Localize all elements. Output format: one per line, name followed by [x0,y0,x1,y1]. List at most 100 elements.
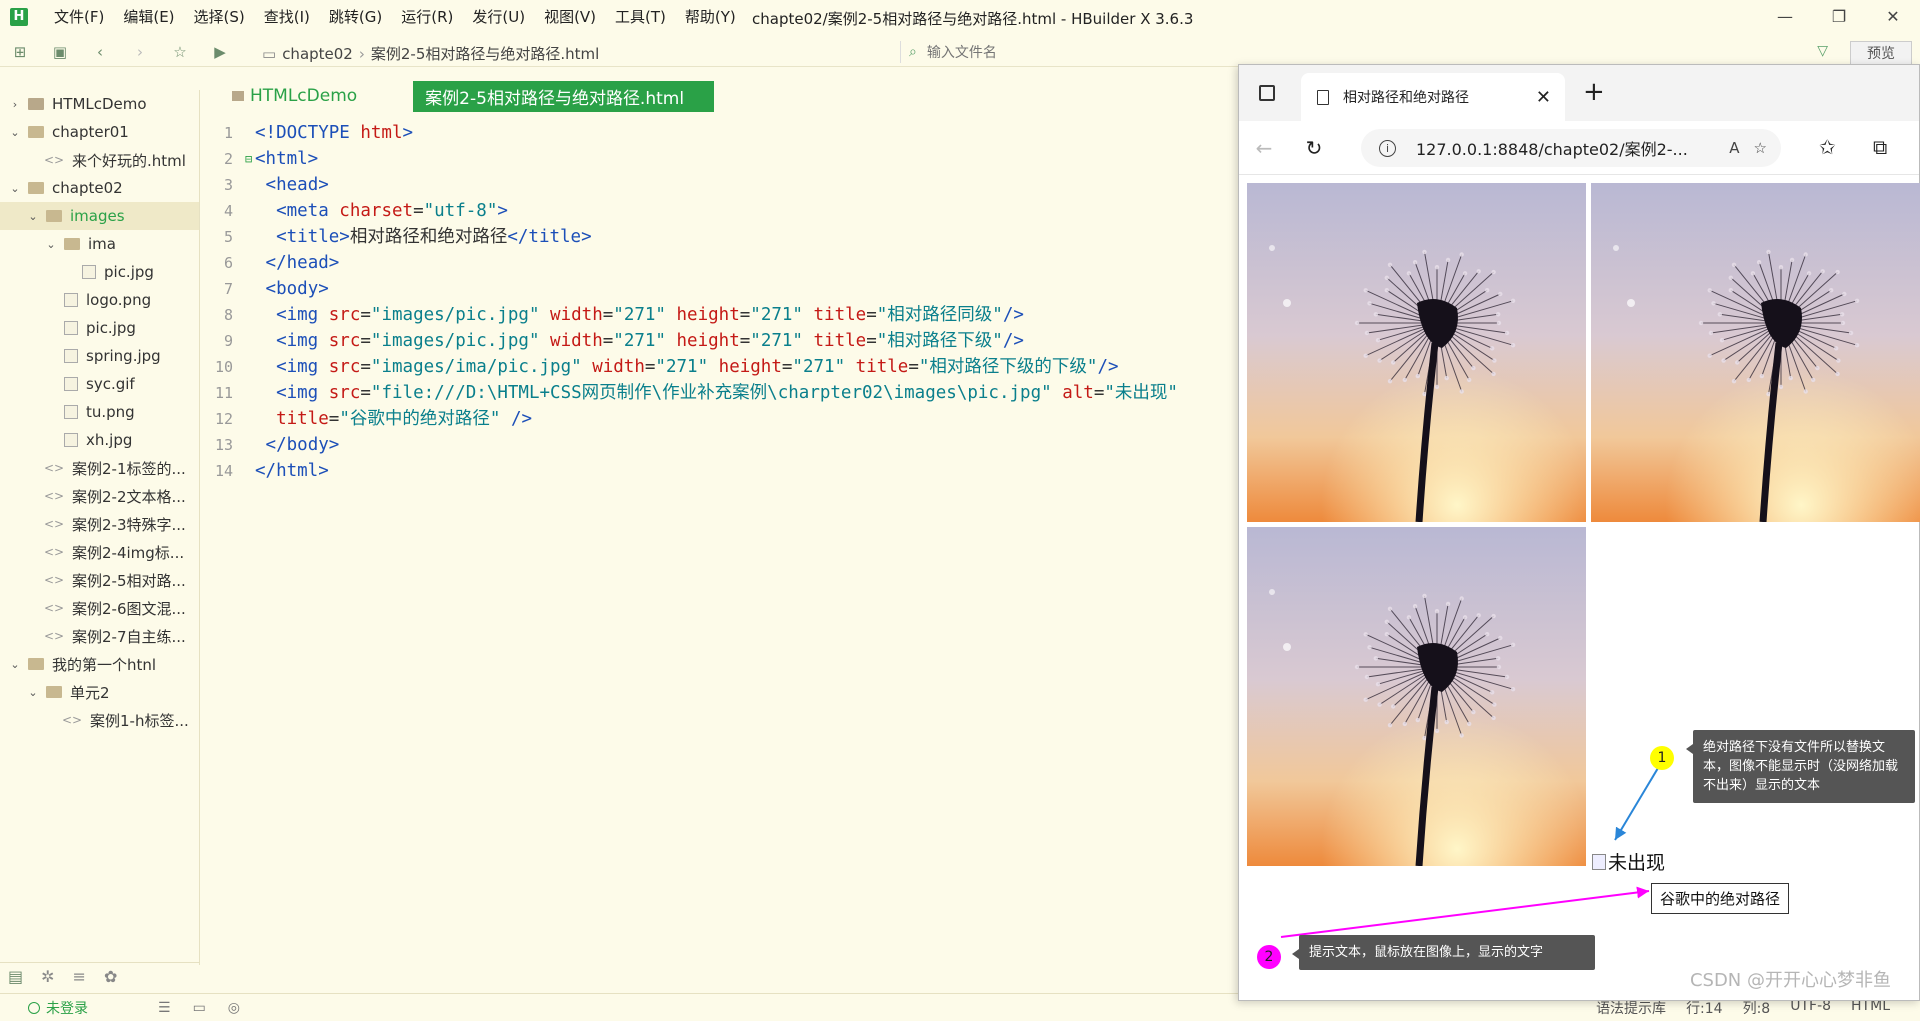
close-window-icon[interactable]: ✕ [1866,0,1920,33]
tree-item[interactable]: ⌄ chapte02 [0,174,199,202]
address-bar[interactable]: i 127.0.0.1:8848/chapte02/案例2-... A ☆ [1361,129,1781,167]
tree-item[interactable]: › HTMLcDemo [0,90,199,118]
code-line[interactable]: 11 <img src = "file:///D:\HTML+CSS网页制作\作业补… [205,380,1178,406]
outline-icon[interactable]: ☰ [158,1000,171,1016]
browser-icon[interactable]: ◎ [228,1000,240,1016]
fold-icon[interactable]: ⊟ [245,146,255,172]
code-line[interactable]: 6 </head> [205,250,1178,276]
tree-item[interactable]: <> 案例2-2文本格... [0,482,199,510]
code-line[interactable]: 8 <img src = "images/pic.jpg" width = "271" … [205,302,1178,328]
tree-item[interactable]: xh.jpg [0,426,199,454]
browser-tab[interactable]: 相对路径和绝对路径 ✕ [1301,73,1565,121]
code-token: = [602,305,614,325]
tree-item[interactable]: spring.jpg [0,342,199,370]
tree-item[interactable]: ⌄ 我的第一个htnl [0,650,199,678]
code-line[interactable]: 9 <img src = "images/pic.jpg" width = "271" … [205,328,1178,354]
tree-item[interactable]: <> 案例1-h标签... [0,706,199,734]
html-file-icon: <> [44,601,65,615]
code-line[interactable]: 12 title = "谷歌中的绝对路径" /> [205,406,1178,432]
refresh-icon[interactable]: ↻ [1289,136,1339,160]
chevron-right-icon[interactable]: › [8,98,22,111]
tab-actions-icon[interactable] [1259,85,1275,101]
code-editor[interactable]: 1 <!DOCTYPE html >2 ⊟ <html> 3 <head> 4 <meta … [205,120,1178,484]
tree-item[interactable]: <> 案例2-5相对路... [0,566,199,594]
code-line[interactable]: 1 <!DOCTYPE html > [205,120,1178,146]
code-token: "images/pic.jpg" [370,305,540,325]
tree-item[interactable]: pic.jpg [0,314,199,342]
info-icon[interactable]: i [1379,139,1396,157]
new-file-icon[interactable]: ⊞ [0,43,40,61]
close-tab-icon[interactable]: ✕ [1536,87,1551,108]
tree-item[interactable]: tu.png [0,398,199,426]
tree-item[interactable]: ⌄ chapter01 [0,118,199,146]
menu-item[interactable]: 查找(I) [264,6,310,27]
back-arrow-icon[interactable]: ← [1239,136,1289,160]
tree-item[interactable]: <> 案例2-1标签的... [0,454,199,482]
code-line[interactable]: 5 <title> 相对路径和绝对路径 </title> [205,224,1178,250]
code-line[interactable]: 4 <meta charset = "utf-8" > [205,198,1178,224]
chevron-down-icon[interactable]: ⌄ [44,238,58,251]
menu-item[interactable]: 发行(U) [472,6,525,27]
debug-icon[interactable]: ✲ [41,967,54,986]
tree-item[interactable]: ⌄ 单元2 [0,678,199,706]
collections-icon[interactable]: ⧉ [1873,135,1887,159]
new-tab-icon[interactable]: + [1583,77,1605,107]
code-line[interactable]: 2 ⊟ <html> [205,146,1178,172]
search-list-icon[interactable]: ≡ [73,967,86,986]
tree-item[interactable]: <> 案例2-3特殊字... [0,510,199,538]
filter-icon[interactable]: ▽ [1817,43,1828,59]
menu-item[interactable]: 文件(F) [54,6,104,27]
code-line[interactable]: 14 </html> [205,458,1178,484]
chevron-down-icon[interactable]: ⌄ [8,658,22,671]
menu-item[interactable]: 帮助(Y) [685,6,736,27]
line-number: 7 [223,280,233,298]
favorites-icon[interactable]: ✩ [1819,135,1836,159]
tree-item[interactable]: ⌄ ima [0,230,199,258]
menu-item[interactable]: 跳转(G) [329,6,382,27]
minimize-icon[interactable]: — [1758,0,1812,33]
add-favorite-icon[interactable]: ☆ [1754,139,1767,157]
menu-item[interactable]: 运行(R) [401,6,453,27]
restore-icon[interactable]: ❐ [1812,0,1866,33]
breadcrumb-item-file[interactable]: 案例2-5相对路径与绝对路径.html [371,43,599,64]
chevron-down-icon[interactable]: ⌄ [8,182,22,195]
project-icon[interactable]: ▤ [8,967,23,986]
login-status[interactable]: 未登录 [28,998,88,1018]
forward-icon[interactable]: › [120,43,160,61]
menu-item[interactable]: 工具(T) [615,6,666,27]
read-aloud-icon[interactable]: A [1729,139,1739,157]
image-file-icon [64,349,78,363]
code-line[interactable]: 13 </body> [205,432,1178,458]
save-icon[interactable]: ▣ [40,43,80,61]
back-icon[interactable]: ‹ [80,43,120,61]
star-icon[interactable]: ☆ [160,43,200,61]
tab-active-file[interactable]: 案例2-5相对路径与绝对路径.html [413,80,715,112]
code-line[interactable]: 3 <head> [205,172,1178,198]
tab-project-folder[interactable]: HTMLcDemo [232,86,357,106]
chevron-down-icon[interactable]: ⌄ [8,126,22,139]
terminal-icon[interactable]: ▭ [193,1000,206,1016]
file-search-input[interactable] [926,44,1227,60]
tree-item[interactable]: <> 案例2-6图文混... [0,594,199,622]
chevron-down-icon[interactable]: ⌄ [26,210,40,223]
tree-item[interactable]: <> 案例2-4img标... [0,538,199,566]
run-icon[interactable]: ▶ [200,43,240,61]
preview-button[interactable]: 预览 [1850,41,1912,65]
code-line[interactable]: 7 <body> [205,276,1178,302]
tree-item[interactable]: ⌄ images [0,202,199,230]
tree-item[interactable]: pic.jpg [0,258,199,286]
code-token: html [360,123,403,143]
plugin-icon[interactable]: ✿ [104,967,117,986]
code-token: /> [510,409,533,429]
tree-item[interactable]: <> 来个好玩的.html [0,146,199,174]
menu-item[interactable]: 选择(S) [194,6,245,27]
tree-item[interactable]: syc.gif [0,370,199,398]
chevron-down-icon[interactable]: ⌄ [26,686,40,699]
menu-item[interactable]: 视图(V) [544,6,596,27]
breadcrumb-item-folder[interactable]: chapte02 [282,45,353,63]
tree-item[interactable]: <> 案例2-7自主练... [0,622,199,650]
menu-item[interactable]: 编辑(E) [123,6,174,27]
code-line[interactable]: 10 <img src = "images/ima/pic.jpg" width = "… [205,354,1178,380]
tree-item[interactable]: logo.png [0,286,199,314]
